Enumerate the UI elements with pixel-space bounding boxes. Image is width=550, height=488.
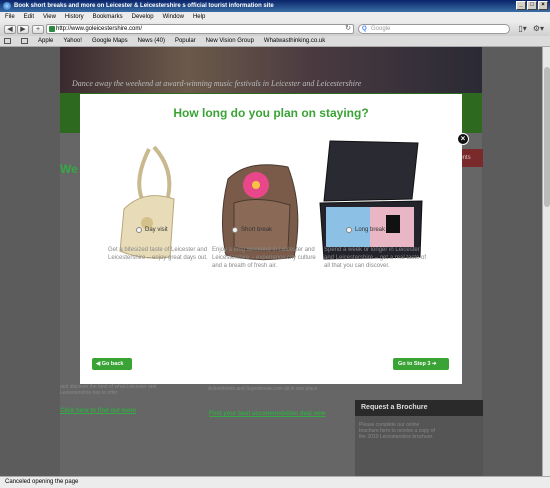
close-dialog-icon[interactable]: × (457, 133, 469, 145)
stay-length-dialog: How long do you plan on staying? Day vis… (80, 94, 462, 384)
status-bar: Canceled opening the page (0, 476, 550, 488)
google-search-icon: Q (362, 26, 367, 32)
window-titlebar: Book short breaks and more on Leicester … (0, 0, 550, 12)
scrollbar-thumb[interactable] (544, 67, 550, 207)
leicester-blurb: and discover the best of what Leicester … (60, 384, 157, 396)
window-controls: _ □ × (516, 1, 548, 10)
go-to-step-3-label: Go to Step 3 (398, 361, 431, 367)
reload-icon[interactable]: ↻ (345, 25, 351, 33)
window-title: Book short breaks and more on Leicester … (14, 3, 274, 9)
site-favicon-icon (49, 26, 55, 32)
bookmark-news[interactable]: News (40) (138, 38, 165, 44)
brochure-text: Please complete our online brochure form… (359, 422, 435, 440)
safari-icon (3, 2, 11, 10)
radio-button-icon[interactable] (232, 227, 238, 233)
option-description: Spend a week or longer in Leicester and … (324, 247, 427, 269)
radio-button-icon[interactable] (346, 227, 352, 233)
dialog-title: How long do you plan on staying? (173, 106, 369, 120)
brochure-panel: Request a Brochure Please complete our o… (355, 400, 483, 476)
grid-icon[interactable] (21, 38, 28, 44)
search-field[interactable]: Q Google (358, 24, 510, 34)
option-description: Enjoy a long weekend in Leicester and Le… (212, 247, 316, 269)
minimize-button[interactable]: _ (516, 1, 526, 10)
back-button[interactable]: ◀ (4, 25, 16, 34)
menu-bar: File Edit View History Bookmarks Develop… (0, 12, 550, 22)
radio-button-icon[interactable] (136, 227, 142, 233)
hero-caption: Dance away the weekend at award-winning … (72, 79, 362, 88)
option-description: Get a bitesized taste of Leicester and L… (108, 247, 208, 261)
menu-view[interactable]: View (43, 14, 56, 20)
navigation-toolbar: ◀ ▶ + http://www.goleicestershire.com/ ↻… (0, 22, 550, 36)
go-back-button[interactable]: ◀ Go back (92, 358, 132, 370)
accommodation-deal-link[interactable]: Find your best accommodation deal now (209, 411, 325, 417)
option-label: Short break (241, 227, 273, 233)
search-placeholder: Google (371, 26, 391, 32)
bookmark-whatwasthinking[interactable]: Whatwasthinking.co.uk (264, 38, 325, 44)
bookmark-apple[interactable]: Apple (38, 38, 53, 44)
find-out-more-link[interactable]: Click here to find out more (60, 408, 136, 414)
go-to-step-3-button[interactable]: Go to Step 3 ➜ (393, 358, 449, 370)
add-bookmark-button[interactable]: + (32, 25, 44, 34)
maximize-button[interactable]: □ (527, 1, 537, 10)
vertical-scrollbar[interactable] (542, 47, 550, 476)
arrow-right-icon: ➜ (430, 361, 437, 367)
toolbar-icons: ▯▾ ⚙▾ (518, 24, 544, 33)
menu-file[interactable]: File (5, 14, 15, 20)
menu-bookmarks[interactable]: Bookmarks (93, 14, 123, 20)
menu-edit[interactable]: Edit (24, 14, 34, 20)
radio-day-visit[interactable]: Day visit (136, 227, 168, 233)
gear-icon[interactable]: ⚙▾ (533, 24, 544, 33)
bookmark-google-maps[interactable]: Google Maps (92, 38, 128, 44)
go-back-label: Go back (101, 361, 124, 367)
menu-develop[interactable]: Develop (132, 14, 154, 20)
address-bar[interactable]: http://www.goleicestershire.com/ ↻ (46, 24, 354, 34)
open-book-icon[interactable] (4, 38, 11, 44)
option-label: Day visit (145, 227, 168, 233)
option-label: Long break (355, 227, 386, 233)
bookmark-yahoo[interactable]: Yahoo! (63, 38, 82, 44)
bookmark-popular[interactable]: Popular (175, 38, 196, 44)
page-menu-icon[interactable]: ▯▾ (518, 24, 526, 33)
radio-short-break[interactable]: Short break (232, 227, 272, 233)
status-text: Canceled opening the page (5, 479, 79, 485)
brochure-title: Request a Brochure (355, 400, 483, 416)
menu-help[interactable]: Help (193, 14, 205, 20)
forward-button[interactable]: ▶ (17, 25, 29, 34)
url-text: http://www.goleicestershire.com/ (56, 26, 143, 32)
bookmark-new-vision-group[interactable]: New Vision Group (206, 38, 254, 44)
menu-history[interactable]: History (65, 14, 84, 20)
menu-window[interactable]: Window (163, 14, 184, 20)
bookmarks-bar: Apple Yahoo! Google Maps News (40) Popul… (0, 36, 550, 47)
close-window-button[interactable]: × (538, 1, 548, 10)
radio-long-break[interactable]: Long break (346, 227, 385, 233)
